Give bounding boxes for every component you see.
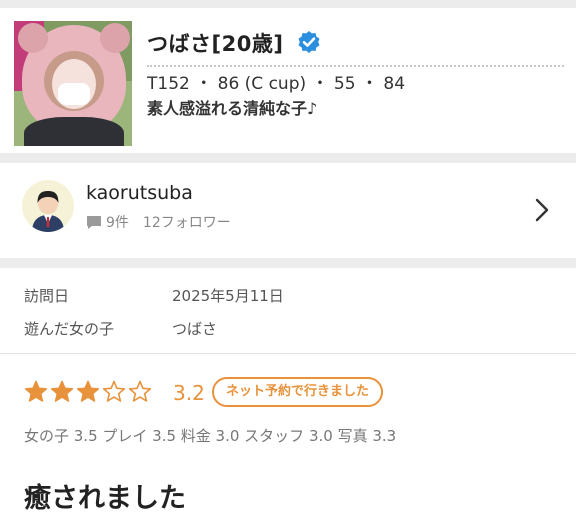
follower-count: 12フォロワー: [142, 215, 231, 231]
rating-score: 3.2: [173, 381, 205, 405]
girl-stats: T152 ・ 86 (C cup) ・ 55 ・ 84: [147, 74, 406, 94]
star-filled-icon: [76, 380, 100, 402]
booking-tag: ネット予約で行きました: [212, 377, 384, 407]
star-filled-icon: [50, 380, 74, 402]
visit-date: 2025年5月11日: [172, 287, 284, 305]
reviewer-card[interactable]: kaorutsuba 9件 12フォロワー: [0, 163, 576, 258]
review-card: 訪問日 2025年5月11日 遊んだ女の子 つばさ 3.2 ネット予約で行きまし…: [0, 268, 576, 518]
review-count: 9件: [106, 215, 129, 231]
avatar[interactable]: [22, 180, 74, 232]
reviewer-meta: 9件 12フォロワー: [86, 212, 231, 232]
girl-profile-card[interactable]: つばさ[20歳] T152 ・ 86 (C cup) ・ 55 ・ 84 素人感…: [0, 8, 576, 153]
girl-name[interactable]: つばさ[20歳]: [147, 28, 283, 58]
verified-badge-icon: [298, 31, 320, 53]
girl-label: 遊んだ女の子: [24, 320, 115, 338]
star-empty-icon: [102, 380, 126, 402]
divider: [0, 353, 576, 354]
reviewer-username[interactable]: kaorutsuba: [86, 182, 193, 204]
star-empty-icon: [128, 380, 152, 402]
comment-icon: [87, 215, 101, 229]
chevron-right-icon[interactable]: [532, 197, 552, 223]
girl-name-value[interactable]: つばさ: [172, 318, 217, 339]
star-rating: [24, 380, 154, 404]
girl-catchphrase: 素人感溢れる清純な子♪: [147, 99, 318, 118]
girl-photo[interactable]: [14, 21, 132, 146]
star-filled-icon: [24, 380, 48, 402]
review-title: 癒されました: [24, 483, 186, 514]
dotted-divider: [147, 65, 564, 67]
subscores: 女の子 3.5 プレイ 3.5 料金 3.0 スタッフ 3.0 写真 3.3: [24, 427, 397, 445]
visit-date-label: 訪問日: [24, 287, 70, 305]
